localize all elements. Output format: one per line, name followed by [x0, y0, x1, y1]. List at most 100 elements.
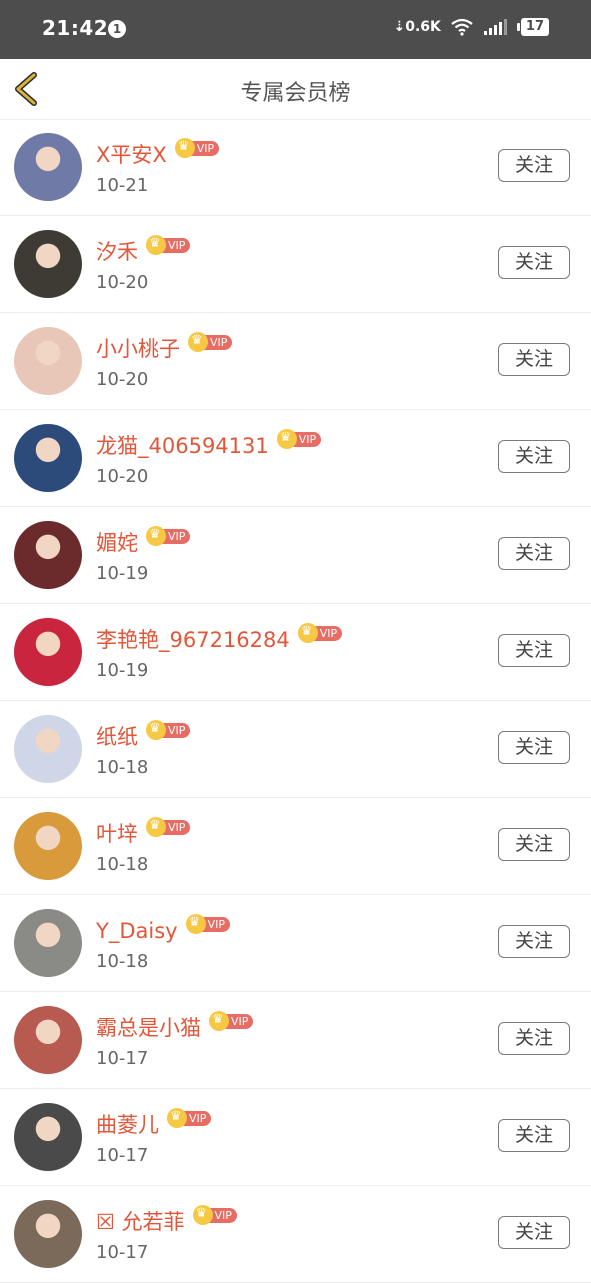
follow-button[interactable]: 关注	[498, 731, 570, 764]
follow-button[interactable]: 关注	[498, 440, 570, 473]
member-row[interactable]: 李艳艳_967216284 VIP 10-19 关注	[0, 604, 591, 701]
member-row[interactable]: Y_Daisy VIP 10-18 关注	[0, 895, 591, 992]
member-name-text: 媚姹	[96, 531, 138, 555]
member-name-text: 小小桃子	[96, 337, 180, 361]
follow-button[interactable]: 关注	[498, 828, 570, 861]
member-name[interactable]: 叶垶 VIP	[96, 817, 191, 848]
follow-button[interactable]: 关注	[498, 1022, 570, 1055]
avatar[interactable]	[14, 1103, 82, 1171]
member-row[interactable]: 纸纸 VIP 10-18 关注	[0, 701, 591, 798]
member-list: X平安XVIP10-21关注汐禾VIP10-20关注小小桃子VIP10-20关注…	[0, 119, 591, 1283]
member-date: 10-18	[96, 757, 149, 778]
member-name-text: 曲菱儿	[96, 1113, 159, 1137]
follow-button[interactable]: 关注	[498, 925, 570, 958]
member-row[interactable]: X平安X VIP 10-21 关注	[0, 119, 591, 216]
crown-icon	[192, 1205, 213, 1225]
member-date: 10-19	[96, 660, 149, 681]
vip-badge: VIP	[276, 429, 322, 449]
member-row[interactable]: 汐禾 VIP 10-20 关注	[0, 216, 591, 313]
download-speed: ⇣0.6K	[393, 19, 441, 35]
avatar[interactable]	[14, 812, 82, 880]
status-icons: ⇣0.6K 17	[394, 18, 549, 36]
avatar[interactable]	[14, 521, 82, 589]
page-title: 专属会员榜	[240, 81, 351, 106]
follow-button[interactable]: 关注	[498, 634, 570, 667]
member-name-text: 霸总是小猫	[96, 1016, 201, 1040]
member-row[interactable]: 媚姹 VIP 10-19 关注	[0, 507, 591, 604]
member-date: 10-20	[96, 369, 149, 390]
avatar[interactable]	[14, 424, 82, 492]
vip-badge: VIP	[146, 720, 191, 740]
follow-button[interactable]: 关注	[498, 246, 570, 279]
member-name[interactable]: 媚姹 VIP	[96, 526, 191, 557]
vip-badge: VIP	[209, 1011, 254, 1031]
member-name[interactable]: 龙猫_406594131 VIP	[96, 429, 322, 460]
crown-icon	[146, 235, 166, 255]
download-arrow-icon: ⇣	[393, 19, 406, 35]
member-name[interactable]: 曲菱儿 VIP	[96, 1108, 212, 1139]
vip-badge: VIP	[185, 914, 230, 934]
wifi-icon	[451, 18, 473, 36]
follow-button[interactable]: 关注	[498, 537, 570, 570]
vip-badge: VIP	[174, 138, 220, 158]
status-time: 21:42	[42, 16, 109, 40]
vip-badge: VIP	[192, 1205, 237, 1225]
member-date: 10-18	[96, 951, 149, 972]
member-row[interactable]: 小小桃子 VIP 10-20 关注	[0, 313, 591, 410]
member-name-text: Y_Daisy	[96, 919, 178, 943]
member-row[interactable]: 霸总是小猫 VIP 10-17 关注	[0, 992, 591, 1089]
status-bar: 21:42 1 ⇣0.6K 17	[0, 0, 591, 59]
crown-icon	[146, 526, 166, 546]
member-name[interactable]: 霸总是小猫 VIP	[96, 1011, 254, 1042]
member-name[interactable]: X平安X VIP	[96, 138, 220, 169]
member-name-text: 李艳艳_967216284	[96, 628, 290, 652]
member-row[interactable]: 叶垶 VIP 10-18 关注	[0, 798, 591, 895]
crown-icon	[209, 1011, 229, 1031]
member-row[interactable]: 龙猫_406594131 VIP 10-20 关注	[0, 410, 591, 507]
member-name[interactable]: 汐禾 VIP	[96, 235, 191, 266]
vip-badge: VIP	[146, 235, 191, 255]
avatar[interactable]	[14, 133, 82, 201]
avatar[interactable]	[14, 1200, 82, 1268]
crown-icon	[185, 914, 206, 934]
crown-icon	[167, 1108, 187, 1128]
follow-button[interactable]: 关注	[498, 343, 570, 376]
header: 专属会员榜	[0, 59, 591, 120]
crown-icon	[146, 720, 166, 740]
avatar[interactable]	[14, 327, 82, 395]
follow-button[interactable]: 关注	[498, 1119, 570, 1152]
member-name[interactable]: 小小桃子 VIP	[96, 332, 233, 363]
avatar[interactable]	[14, 909, 82, 977]
battery-icon: 17	[516, 18, 549, 36]
follow-button[interactable]: 关注	[498, 149, 570, 182]
avatar[interactable]	[14, 1006, 82, 1074]
member-row[interactable]: ☒ 允若菲 VIP 10-17 关注	[0, 1186, 591, 1283]
member-date: 10-20	[96, 272, 149, 293]
member-date: 10-21	[96, 175, 149, 196]
member-row[interactable]: 曲菱儿 VIP 10-17 关注	[0, 1089, 591, 1186]
crown-icon	[146, 817, 166, 837]
avatar[interactable]	[14, 230, 82, 298]
member-name-text: 龙猫_406594131	[96, 434, 269, 458]
member-date: 10-17	[96, 1145, 149, 1166]
member-date: 10-19	[96, 563, 149, 584]
vip-badge: VIP	[146, 526, 191, 546]
avatar[interactable]	[14, 618, 82, 686]
member-name[interactable]: Y_Daisy VIP	[96, 914, 230, 943]
avatar[interactable]	[14, 715, 82, 783]
member-date: 10-17	[96, 1048, 149, 1069]
member-name[interactable]: 纸纸 VIP	[96, 720, 191, 751]
vip-badge: VIP	[297, 623, 343, 643]
member-date: 10-20	[96, 466, 149, 487]
member-name-text: ☒ 允若菲	[96, 1210, 185, 1234]
member-name-text: 纸纸	[96, 725, 138, 749]
member-date: 10-17	[96, 1242, 149, 1263]
follow-button[interactable]: 关注	[498, 1216, 570, 1249]
vip-badge: VIP	[188, 332, 233, 352]
member-name[interactable]: 李艳艳_967216284 VIP	[96, 623, 343, 654]
crown-icon	[188, 332, 208, 352]
member-name[interactable]: ☒ 允若菲 VIP	[96, 1205, 237, 1236]
crown-icon	[297, 623, 318, 643]
crown-icon	[174, 138, 195, 158]
vip-badge: VIP	[146, 817, 191, 837]
